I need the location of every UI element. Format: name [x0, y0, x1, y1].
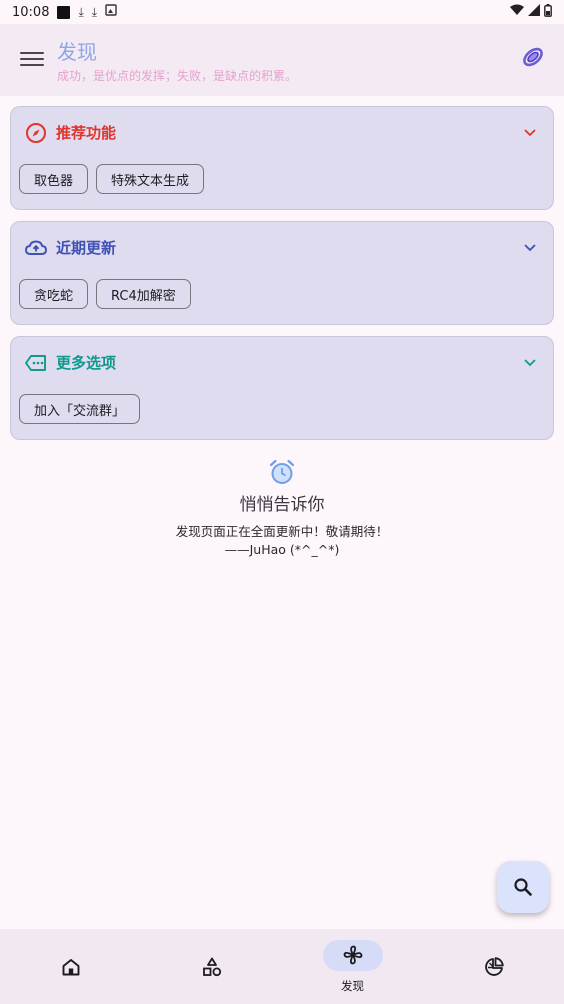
image-notification-icon [105, 4, 117, 20]
notice-message: 发现页面正在全面更新中！敬请期待！ [175, 524, 389, 539]
card-recommended: 推荐功能 取色器 特殊文本生成 [10, 106, 554, 210]
nav-discover-label: 发现 [341, 979, 364, 993]
page-subtitle: 成功，是优点的发挥；失败，是缺点的积累。 [57, 69, 298, 83]
compass-icon [26, 123, 46, 143]
menu-button[interactable] [18, 48, 46, 72]
rc4-chip[interactable]: RC4加解密 [96, 279, 191, 309]
battery-icon [544, 3, 552, 21]
color-picker-chip[interactable]: 取色器 [19, 164, 89, 194]
more-tag-icon [25, 355, 46, 371]
search-icon [514, 878, 532, 896]
download-icon: ⤓ [78, 4, 84, 19]
signal-icon [528, 4, 540, 20]
notice: 悄悄告诉你 发现页面正在全面更新中！敬请期待！ ——JuHao (*^_^*) [0, 458, 564, 557]
card-more-options-chips: 加入「交流群」 [19, 394, 141, 424]
chevron-down-icon [524, 129, 536, 137]
home-icon [62, 959, 79, 976]
fan-icon [343, 945, 362, 965]
card-recent-updates: 近期更新 贪吃蛇 RC4加解密 [10, 221, 554, 325]
nav-home[interactable] [0, 929, 141, 1004]
alarm-clock-icon [269, 459, 295, 484]
nav-stats[interactable] [423, 929, 564, 1004]
card-recent-updates-title: 近期更新 [56, 239, 117, 257]
snake-game-chip[interactable]: 贪吃蛇 [19, 279, 89, 309]
status-bar: 10:08 ⤓ ⤓ [0, 0, 564, 24]
join-group-chip[interactable]: 加入「交流群」 [19, 394, 141, 424]
bottom-nav: 发现 [0, 929, 564, 1004]
shapes-icon [202, 957, 221, 977]
chevron-down-icon [524, 244, 536, 252]
menu-icon [20, 52, 44, 54]
status-left: 10:08 ⤓ ⤓ [12, 4, 117, 20]
status-time: 10:08 [12, 4, 50, 20]
page-title: 发现 [57, 40, 97, 64]
notice-signature: ——JuHao (*^_^*) [224, 542, 340, 557]
theme-icon [523, 47, 543, 67]
card-more-options: 更多选项 加入「交流群」 [10, 336, 554, 440]
card-more-options-title: 更多选项 [56, 354, 117, 372]
cloud-upload-icon [25, 240, 47, 255]
theme-button[interactable] [520, 44, 546, 70]
card-recent-updates-header[interactable]: 近期更新 [11, 222, 553, 272]
special-text-chip[interactable]: 特殊文本生成 [96, 164, 205, 194]
notification-square-icon [57, 5, 71, 19]
status-right [510, 3, 552, 21]
wifi-icon [510, 4, 524, 20]
app-bar: 发现 成功，是优点的发挥；失败，是缺点的积累。 [0, 24, 564, 96]
card-more-options-header[interactable]: 更多选项 [11, 337, 553, 387]
nav-tools[interactable] [141, 929, 282, 1004]
search-fab[interactable] [497, 861, 549, 913]
menu-icon-bar [20, 58, 44, 60]
pie-chart-icon [484, 957, 504, 976]
card-recent-updates-chips: 贪吃蛇 RC4加解密 [19, 279, 191, 309]
nav-discover[interactable]: 发现 [282, 929, 423, 1004]
card-recommended-title: 推荐功能 [56, 124, 117, 142]
notice-title: 悄悄告诉你 [239, 495, 325, 515]
chevron-down-icon [524, 359, 536, 367]
card-recommended-chips: 取色器 特殊文本生成 [19, 164, 205, 194]
download-icon: ⤓ [91, 4, 98, 19]
menu-icon-bar [20, 64, 44, 66]
card-recommended-header[interactable]: 推荐功能 [11, 107, 553, 157]
